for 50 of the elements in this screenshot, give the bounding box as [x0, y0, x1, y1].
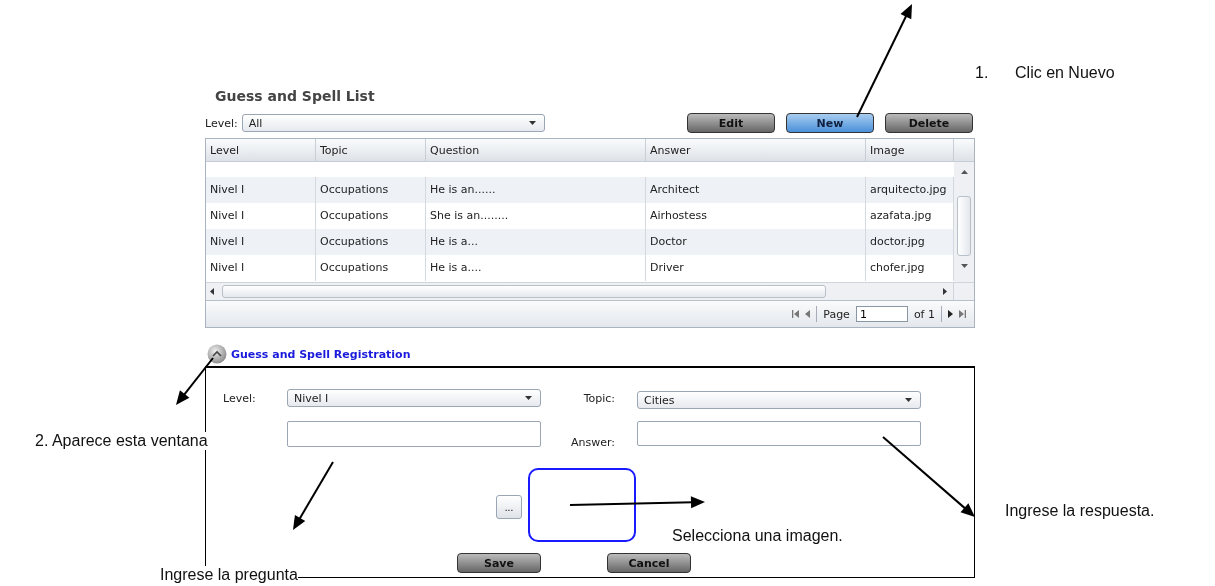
form-button[interactable]: Cancel: [607, 553, 691, 573]
annotation-text: 2. Aparece esta ventana: [35, 432, 208, 450]
first-page-icon[interactable]: [792, 310, 800, 318]
arrow: [293, 461, 334, 530]
column-header[interactable]: Answer: [646, 139, 866, 161]
page-number-field[interactable]: 1: [855, 306, 908, 322]
table-cell: Driver: [646, 255, 866, 281]
vertical-scrollbar[interactable]: [954, 162, 974, 282]
collapse-icon[interactable]: [207, 344, 227, 364]
topic-dropdown[interactable]: Cities: [637, 391, 921, 409]
toolbar-button[interactable]: Delete: [885, 113, 973, 133]
answer-field[interactable]: [637, 421, 921, 446]
table-cell: Nivel I: [206, 255, 316, 281]
column-header[interactable]: Question: [426, 139, 646, 161]
scrollbar-thumb[interactable]: [222, 285, 826, 298]
question-field[interactable]: [287, 421, 541, 447]
caret-icon: [905, 398, 912, 402]
level-label: Level:: [205, 116, 238, 130]
horizontal-scrollbar[interactable]: [206, 282, 974, 300]
last-page-icon[interactable]: [959, 310, 966, 318]
browse-button[interactable]: ...: [496, 495, 522, 519]
list-title: Guess and Spell List: [214, 88, 376, 106]
caret-icon: [525, 396, 532, 400]
answer-label: Answer:: [569, 435, 616, 449]
column-header[interactable]: Level: [206, 139, 316, 161]
level-label: Level:: [222, 391, 257, 405]
table-cell: He is a....: [426, 255, 646, 281]
left-arrow-icon[interactable]: [210, 288, 214, 295]
form-button[interactable]: Save: [457, 553, 541, 573]
right-arrow-icon[interactable]: [943, 288, 947, 295]
level-dropdown[interactable]: Nivel I: [287, 389, 541, 407]
column-header[interactable]: Image: [866, 139, 954, 161]
page-label: Page: [823, 307, 850, 321]
toolbar-button[interactable]: New: [786, 113, 874, 133]
topic-label: Topic:: [582, 391, 616, 405]
next-page-icon[interactable]: [948, 310, 953, 318]
annotation-text: Ingrese la respuesta.: [1005, 502, 1155, 520]
scrollbar-thumb[interactable]: [957, 196, 971, 256]
up-arrow-icon[interactable]: [960, 170, 968, 174]
column-header[interactable]: Topic: [316, 139, 426, 161]
section-title[interactable]: Guess and Spell Registration: [231, 347, 411, 361]
table-cell: Occupations: [316, 255, 426, 281]
toolbar-button[interactable]: Edit: [687, 113, 775, 133]
caret-icon: [528, 121, 536, 125]
annotation-text: Selecciona una imagen.: [672, 527, 843, 545]
level-dropdown[interactable]: All: [241, 114, 545, 132]
previous-page-icon[interactable]: [805, 310, 811, 318]
down-arrow-icon[interactable]: [960, 264, 968, 268]
annotation-text: Ingrese la pregunta: [160, 566, 298, 584]
page-total: of 1: [913, 307, 935, 321]
